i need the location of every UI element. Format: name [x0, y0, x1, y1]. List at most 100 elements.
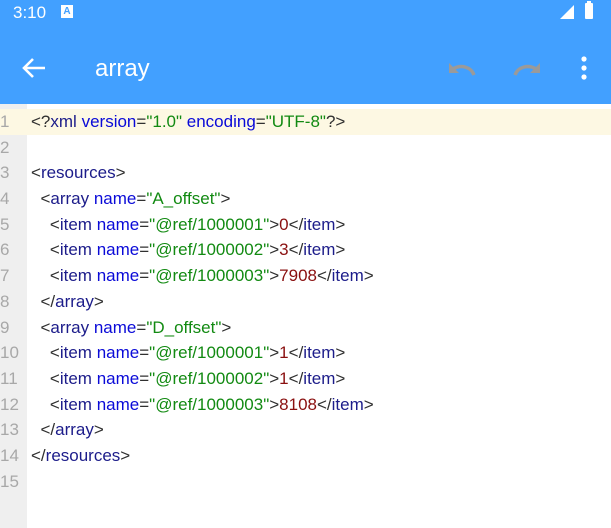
token-punct: =	[136, 112, 147, 131]
token-punct: >	[93, 420, 104, 440]
notification-icon: A	[61, 5, 73, 18]
token-attr: encoding	[186, 112, 256, 131]
token-str: "D_offset"	[146, 317, 222, 337]
token-punct: >	[335, 240, 346, 260]
token-str: "UTF-8"	[265, 112, 326, 131]
token-punct: </	[288, 214, 304, 234]
page-title: array	[95, 55, 150, 82]
line-code: <array name="A_offset">	[31, 186, 230, 212]
code-line[interactable]: 10 <item name="@ref/1000001">1</item>	[0, 340, 611, 366]
token-punct: >	[220, 189, 231, 209]
token-val: 8108	[279, 394, 317, 414]
token-val: 7908	[279, 266, 317, 286]
code-line[interactable]: 7 <item name="@ref/1000003">7908</item>	[0, 263, 611, 289]
token-str: "1.0"	[146, 112, 183, 131]
line-number: 1	[0, 112, 10, 131]
token-attr: name	[93, 317, 137, 337]
line-code: <?xml version="1.0" encoding="UTF-8"?>	[31, 109, 345, 135]
line-number: 5	[0, 214, 10, 234]
line-number: 9	[0, 317, 10, 337]
undo-button[interactable]	[445, 50, 479, 86]
token-str: "@ref/1000001"	[149, 214, 270, 234]
token-punct: </	[317, 266, 332, 286]
token-punct: =	[139, 240, 150, 260]
code-line[interactable]: 11 <item name="@ref/1000002">1</item>	[0, 366, 611, 392]
token-attr: name	[96, 266, 140, 286]
token-tag: array	[50, 317, 90, 337]
back-button[interactable]	[18, 50, 50, 86]
code-line[interactable]: 1 <?xml version="1.0" encoding="UTF-8"?>	[0, 109, 611, 135]
code-line[interactable]: 6 <item name="@ref/1000002">3</item>	[0, 237, 611, 263]
token-attr: name	[93, 189, 137, 209]
line-code: <array name="D_offset">	[31, 315, 231, 341]
line-code: <item name="@ref/1000002">1</item>	[31, 366, 345, 392]
token-tag: item	[59, 266, 92, 286]
more-options-button[interactable]	[574, 50, 594, 86]
code-line[interactable]: 9 <array name="D_offset">	[0, 315, 611, 341]
token-val: 1	[279, 368, 289, 388]
token-str: "@ref/1000002"	[149, 368, 270, 388]
line-number: 7	[0, 266, 10, 286]
token-punct: >	[269, 240, 280, 260]
token-punct: >	[120, 445, 131, 465]
token-punct: <	[31, 163, 41, 183]
code-line[interactable]: 14 </resources>	[0, 443, 611, 469]
token-tag: item	[59, 343, 92, 363]
battery-icon	[585, 1, 593, 19]
token-punct: <	[31, 317, 51, 337]
line-number: 8	[0, 291, 10, 311]
line-number: 12	[0, 394, 19, 414]
token-punct: </	[317, 394, 332, 414]
code-line[interactable]: 4 <array name="A_offset">	[0, 186, 611, 212]
more-vert-icon	[581, 56, 587, 80]
token-punct: >	[269, 266, 280, 286]
token-punct: >	[335, 214, 346, 234]
token-attr: name	[96, 394, 140, 414]
code-editor[interactable]: 1 <?xml version="1.0" encoding="UTF-8"?> 2…	[0, 109, 611, 494]
token-str: "@ref/1000003"	[149, 266, 270, 286]
code-line[interactable]: 8 </array>	[0, 289, 611, 315]
token-punct: <	[31, 189, 51, 209]
code-line[interactable]: 15	[0, 469, 611, 495]
token-punct: </	[31, 420, 56, 440]
token-attr: name	[96, 240, 140, 260]
token-val: 1	[279, 343, 289, 363]
code-line[interactable]: 12 <item name="@ref/1000003">8108</item>	[0, 392, 611, 418]
token-punct: >	[269, 368, 280, 388]
line-number: 10	[0, 343, 19, 363]
line-number: 15	[0, 471, 19, 491]
code-line[interactable]: 5 <item name="@ref/1000001">0</item>	[0, 212, 611, 238]
signal-icon	[560, 5, 574, 19]
token-punct: =	[139, 368, 150, 388]
token-punct: =	[139, 394, 150, 414]
redo-icon	[513, 63, 540, 76]
token-tag: item	[59, 368, 92, 388]
token-tag: array	[50, 189, 90, 209]
app-bar: 3:10 A array	[0, 0, 611, 104]
token-tag: item	[303, 343, 336, 363]
line-number: 3	[0, 163, 10, 183]
undo-icon	[449, 63, 476, 76]
code-line[interactable]: 13 </array>	[0, 417, 611, 443]
code-line[interactable]: 2	[0, 135, 611, 161]
line-number: 14	[0, 445, 19, 465]
token-attr: name	[96, 368, 140, 388]
token-punct: =	[139, 266, 150, 286]
token-attr: version	[81, 112, 137, 131]
token-punct: <	[31, 214, 60, 234]
token-tag: resources	[45, 445, 121, 465]
token-val: 3	[279, 240, 289, 260]
line-code: <item name="@ref/1000002">3</item>	[31, 237, 345, 263]
token-punct: >	[93, 291, 104, 311]
line-code: <item name="@ref/1000001">0</item>	[31, 212, 345, 238]
token-tag: item	[331, 394, 364, 414]
token-punct: <	[31, 394, 60, 414]
redo-button[interactable]	[510, 50, 544, 86]
token-punct: >	[115, 163, 126, 183]
line-code: </array>	[31, 417, 104, 443]
token-punct: >	[269, 214, 280, 234]
code-line[interactable]: 3 <resources>	[0, 160, 611, 186]
token-tag: item	[59, 394, 92, 414]
token-punct: >	[269, 394, 280, 414]
token-punct: <	[31, 266, 60, 286]
